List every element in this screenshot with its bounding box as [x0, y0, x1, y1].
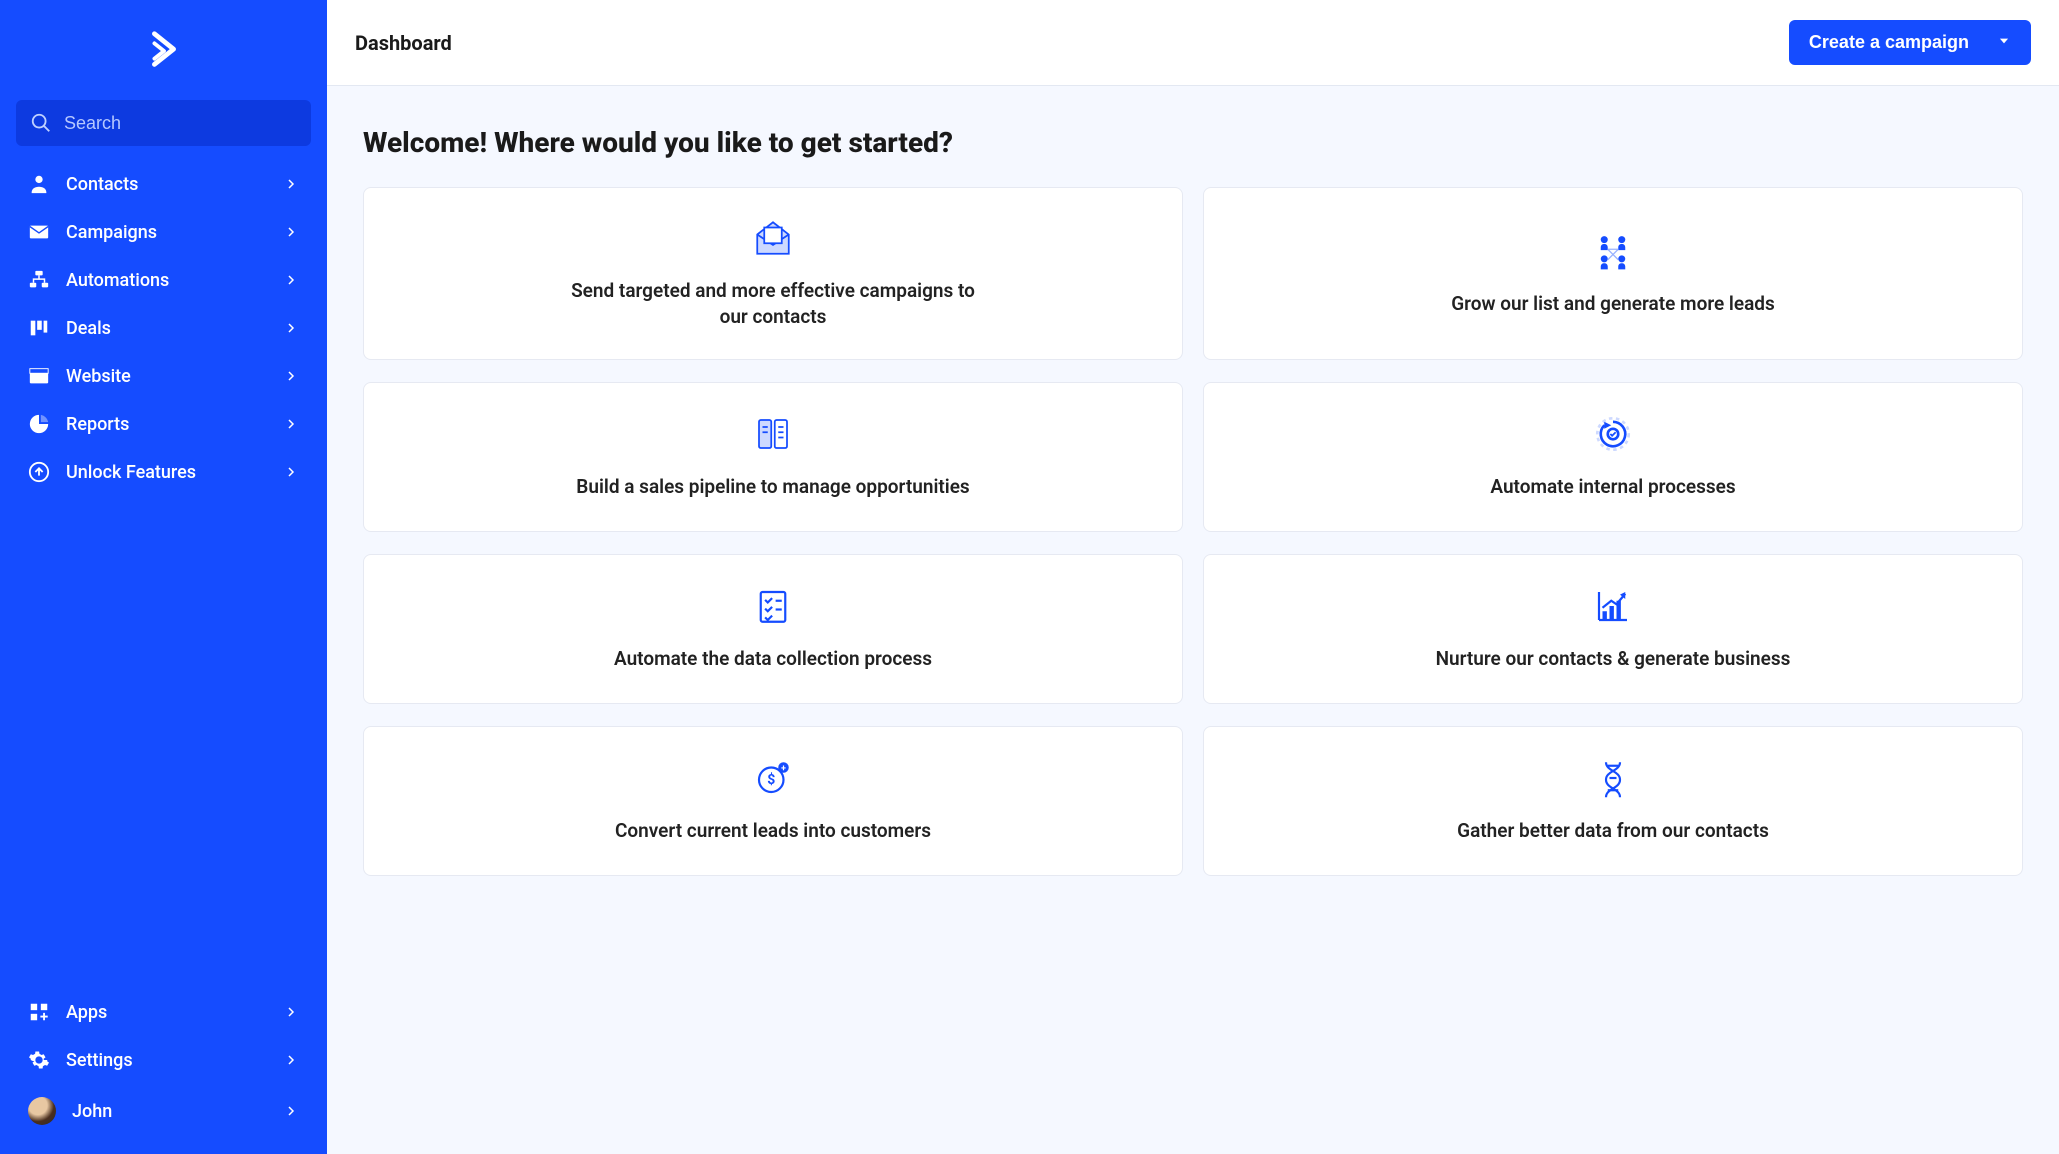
content: Welcome! Where would you like to get sta… [327, 86, 2059, 1154]
sidebar-nav-secondary: Apps Settings John [16, 988, 311, 1138]
sidebar-item-label: Deals [66, 318, 283, 339]
checklist-icon [751, 584, 795, 628]
main-area: Dashboard Create a campaign Welcome! Whe… [327, 0, 2059, 1154]
card-text: Grow our list and generate more leads [1451, 291, 1775, 317]
card-convert-leads[interactable]: $+ Convert current leads into customers [363, 726, 1183, 876]
flow-icon [28, 269, 50, 291]
growth-chart-icon [1591, 584, 1635, 628]
mail-open-icon [751, 216, 795, 260]
sidebar-item-label: Website [66, 366, 283, 387]
card-text: Automate internal processes [1490, 474, 1735, 500]
sidebar-item-label: Campaigns [66, 222, 283, 243]
chevron-right-icon [283, 1004, 299, 1020]
person-icon [28, 173, 50, 195]
sidebar-item-label: Settings [66, 1050, 283, 1071]
sidebar-item-label: John [72, 1101, 283, 1122]
search-bar[interactable] [16, 100, 311, 146]
sidebar-item-label: Apps [66, 1002, 283, 1023]
chevron-right-icon [283, 1103, 299, 1119]
gear-icon [28, 1049, 50, 1071]
card-sales-pipeline[interactable]: Build a sales pipeline to manage opportu… [363, 382, 1183, 532]
sidebar-item-user[interactable]: John [16, 1084, 311, 1138]
chevron-right-icon [283, 224, 299, 240]
chevron-right-icon [283, 416, 299, 432]
sidebar: Contacts Campaigns Automations Deals [0, 0, 327, 1154]
sidebar-item-reports[interactable]: Reports [16, 400, 311, 448]
card-nurture-contacts[interactable]: Nurture our contacts & generate business [1203, 554, 2023, 704]
dna-icon [1591, 756, 1635, 800]
sidebar-item-apps[interactable]: Apps [16, 988, 311, 1036]
sidebar-item-label: Contacts [66, 174, 283, 195]
columns-icon [28, 317, 50, 339]
sidebar-item-label: Reports [66, 414, 283, 435]
card-text: Convert current leads into customers [615, 818, 931, 844]
sidebar-item-campaigns[interactable]: Campaigns [16, 208, 311, 256]
people-network-icon [1591, 229, 1635, 273]
unlock-arrow-icon [28, 461, 50, 483]
card-text: Automate the data collection process [614, 646, 932, 672]
chevron-right-icon [283, 368, 299, 384]
page-title: Dashboard [355, 31, 452, 55]
automation-cycle-icon [1591, 412, 1635, 456]
convert-dollar-icon: $+ [751, 756, 795, 800]
card-send-campaigns[interactable]: Send targeted and more effective campaig… [363, 187, 1183, 360]
topbar: Dashboard Create a campaign [327, 0, 2059, 86]
card-text: Gather better data from our contacts [1457, 818, 1769, 844]
sidebar-item-website[interactable]: Website [16, 352, 311, 400]
chevron-right-icon [283, 464, 299, 480]
envelope-icon [28, 221, 50, 243]
sidebar-item-settings[interactable]: Settings [16, 1036, 311, 1084]
search-icon [30, 112, 52, 134]
piechart-icon [28, 413, 50, 435]
sidebar-item-deals[interactable]: Deals [16, 304, 311, 352]
chevron-right-icon [283, 272, 299, 288]
sidebar-item-label: Unlock Features [66, 462, 283, 483]
chevron-right-icon [283, 176, 299, 192]
avatar [28, 1097, 56, 1125]
app-logo [16, 16, 311, 100]
cta-label: Create a campaign [1809, 32, 1969, 53]
sidebar-item-label: Automations [66, 270, 283, 291]
chevron-right-icon [283, 320, 299, 336]
card-grow-list[interactable]: Grow our list and generate more leads [1203, 187, 2023, 360]
card-text: Send targeted and more effective campaig… [563, 278, 983, 329]
card-grid: Send targeted and more effective campaig… [363, 187, 2023, 876]
welcome-heading: Welcome! Where would you like to get sta… [363, 126, 2023, 159]
card-automate-processes[interactable]: Automate internal processes [1203, 382, 2023, 532]
chevron-right-icon [283, 1052, 299, 1068]
card-text: Build a sales pipeline to manage opportu… [576, 474, 969, 500]
sidebar-nav-primary: Contacts Campaigns Automations Deals [16, 160, 311, 496]
card-automate-data-collection[interactable]: Automate the data collection process [363, 554, 1183, 704]
apps-icon [28, 1001, 50, 1023]
sidebar-item-automations[interactable]: Automations [16, 256, 311, 304]
svg-text:+: + [781, 764, 786, 774]
card-text: Nurture our contacts & generate business [1436, 646, 1791, 672]
card-gather-data[interactable]: Gather better data from our contacts [1203, 726, 2023, 876]
browser-icon [28, 365, 50, 387]
search-input[interactable] [64, 113, 297, 134]
create-campaign-button[interactable]: Create a campaign [1789, 20, 2031, 65]
svg-text:$: $ [767, 772, 775, 789]
sidebar-item-unlock-features[interactable]: Unlock Features [16, 448, 311, 496]
chevron-logo-icon [141, 28, 187, 74]
caret-down-icon [1997, 32, 2011, 53]
sidebar-item-contacts[interactable]: Contacts [16, 160, 311, 208]
pipeline-icon [751, 412, 795, 456]
